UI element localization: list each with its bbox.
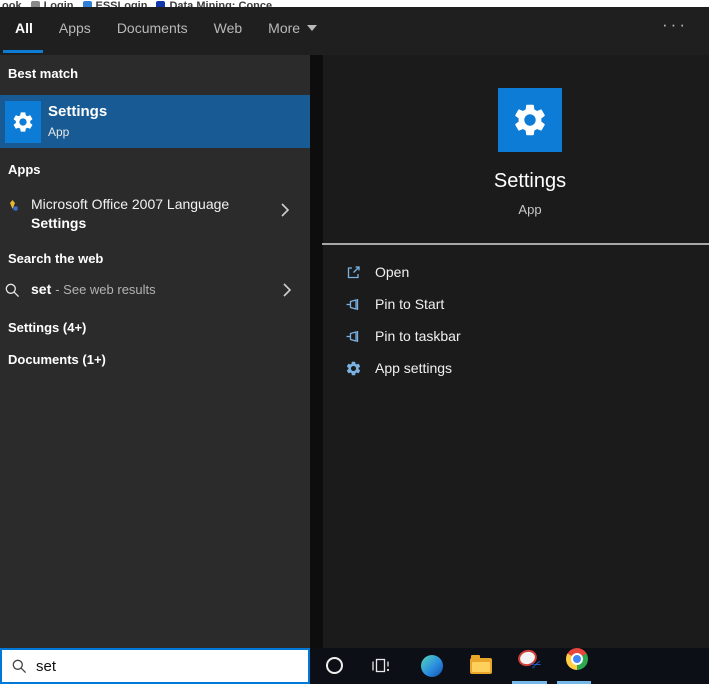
browser-bookmarks-bar: ook Login ESSLogin Data Mining: Conce... (0, 0, 709, 7)
office-app-icon (10, 200, 18, 211)
file-explorer-icon[interactable] (470, 655, 492, 674)
tab-apps[interactable]: Apps (59, 20, 91, 36)
web-result-text: set - See web results (31, 281, 156, 297)
chevron-right-icon[interactable] (280, 281, 294, 299)
bookmark-link[interactable]: ESSLogin (82, 0, 147, 7)
search-icon (12, 659, 27, 673)
tab-more[interactable]: More (268, 20, 318, 36)
settings-gear-tile-icon (498, 88, 562, 152)
action-app-settings[interactable]: App settings (345, 358, 452, 378)
preview-title: Settings (493, 170, 567, 192)
bookmark-link[interactable]: Data Mining: Conce... (156, 0, 281, 7)
result-office-language-settings[interactable]: Microsoft Office 2007 Language Settings (0, 189, 310, 237)
preview-panel: Settings App Open Pin to Start Pin to ta… (322, 55, 709, 648)
bookmark-link[interactable]: Login (30, 0, 74, 7)
best-match-result-settings[interactable]: Settings App (0, 95, 310, 148)
tab-web[interactable]: Web (214, 20, 243, 36)
apps-header: Apps (8, 162, 41, 177)
action-pin-to-taskbar[interactable]: Pin to taskbar (345, 326, 461, 346)
task-view-icon[interactable] (370, 657, 391, 675)
taskbar-search-box[interactable] (0, 648, 310, 684)
search-the-web-header: Search the web (8, 251, 104, 266)
search-results-panel: Best match Settings App Apps Microsoft O… (0, 55, 310, 648)
gear-icon (345, 360, 362, 377)
tab-all[interactable]: All (15, 20, 33, 36)
chrome-icon[interactable] (566, 648, 588, 670)
result-title: Microsoft Office 2007 Language Settings (31, 196, 230, 231)
chevron-down-icon (307, 25, 318, 31)
chevron-right-icon[interactable] (278, 201, 292, 219)
preview-subtitle: App (518, 202, 542, 217)
pin-icon (346, 298, 359, 310)
open-icon (347, 265, 360, 278)
pin-icon (346, 330, 359, 342)
snipping-tool-icon[interactable]: ✂ (515, 647, 544, 673)
tab-documents[interactable]: Documents (117, 20, 188, 36)
documents-group-header[interactable]: Documents (1+) (8, 352, 106, 367)
panel-divider (310, 55, 323, 648)
search-icon (5, 283, 20, 298)
settings-gear-icon (5, 101, 41, 143)
scissors-icon: ✂ (528, 655, 545, 674)
options-ellipsis-button[interactable]: ··· (662, 15, 688, 35)
settings-group-header[interactable]: Settings (4+) (8, 320, 86, 335)
cortana-icon[interactable] (326, 657, 343, 674)
best-match-title: Settings (48, 103, 108, 120)
action-open[interactable]: Open (345, 262, 409, 282)
action-pin-to-start[interactable]: Pin to Start (345, 294, 444, 314)
best-match-subtitle: App (48, 125, 70, 139)
search-filter-tabbar: All Apps Documents Web More ··· (0, 7, 709, 55)
preview-divider-line (322, 243, 709, 245)
bookmark-link[interactable]: ook (2, 0, 22, 7)
edge-icon[interactable] (421, 655, 443, 677)
best-match-header: Best match (8, 66, 79, 81)
active-tab-indicator (3, 50, 43, 53)
taskbar: ✂ (310, 647, 709, 684)
windows-search-panel: ook Login ESSLogin Data Mining: Conce...… (0, 0, 709, 684)
search-input[interactable] (36, 657, 286, 675)
result-web-search[interactable]: set - See web results (0, 276, 310, 306)
